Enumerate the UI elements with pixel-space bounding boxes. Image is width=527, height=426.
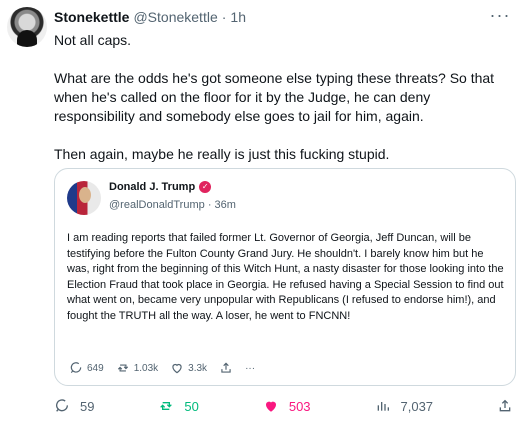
tweet-header: Stonekettle @Stonekettle · 1h [54,7,246,27]
quoted-tweet[interactable]: Donald J. Trump ✓ @realDonaldTrump · 36m… [54,168,516,386]
quoted-text: I am reading reports that failed former … [67,232,504,322]
retweet-count: 50 [184,398,199,414]
views-button[interactable]: 7,037 [375,398,434,414]
quoted-handle-row: @realDonaldTrump · 36m [109,199,236,211]
quoted-author-name[interactable]: Donald J. Trump [109,181,195,193]
retweet-icon [117,364,128,372]
quoted-separator: · [207,199,212,211]
tweet-actions: 59 50 503 7,037 [54,398,513,414]
retweet-button[interactable]: 50 [158,398,199,414]
share-icon [499,399,511,412]
heart-icon [172,363,182,374]
quoted-time[interactable]: 36m [215,199,236,211]
header-separator: · [221,9,227,25]
quoted-retweet-stat[interactable]: 1.03k [116,361,158,375]
tweet[interactable]: Stonekettle @Stonekettle · 1h ··· Not al… [0,0,527,426]
reply-button[interactable]: 59 [54,398,94,414]
quoted-stats: 649 1.03k 3.3k ··· [69,361,255,375]
reply-icon [70,362,82,374]
quoted-replies-count: 649 [87,362,104,374]
tweet-paragraph: Not all caps. [54,32,132,48]
quoted-author-handle[interactable]: @realDonaldTrump [109,199,205,211]
tweet-time[interactable]: 1h [230,9,246,25]
quoted-reply-stat[interactable]: 649 [69,361,104,375]
heart-icon [265,401,276,412]
verified-badge-icon: ✓ [199,181,212,193]
tweet-paragraph: What are the odds he's got someone else … [54,70,495,124]
reply-icon [56,399,68,412]
quoted-like-stat[interactable]: 3.3k [170,361,207,375]
quoted-author-row: Donald J. Trump ✓ [109,181,212,193]
retweet-icon [160,402,173,410]
quoted-author-avatar[interactable] [67,181,101,215]
share-icon [221,362,231,373]
author-handle[interactable]: @Stonekettle [133,9,217,25]
author-avatar[interactable] [7,7,47,47]
more-icon[interactable]: ··· [489,4,511,26]
like-button[interactable]: 503 [263,398,311,414]
like-count: 503 [288,398,311,414]
quoted-more-icon[interactable]: ··· [245,363,255,374]
views-icon [377,402,389,411]
reply-count: 59 [80,398,95,414]
views-count: 7,037 [400,398,434,414]
quoted-share-stat[interactable] [219,361,233,375]
quoted-retweets-count: 1.03k [133,362,159,374]
quoted-likes-count: 3.3k [188,362,208,374]
share-button[interactable] [497,398,513,414]
tweet-body: Not all caps. What are the odds he's got… [54,31,514,183]
author-name[interactable]: Stonekettle [54,9,129,25]
tweet-paragraph: Then again, maybe he really is just this… [54,146,390,162]
